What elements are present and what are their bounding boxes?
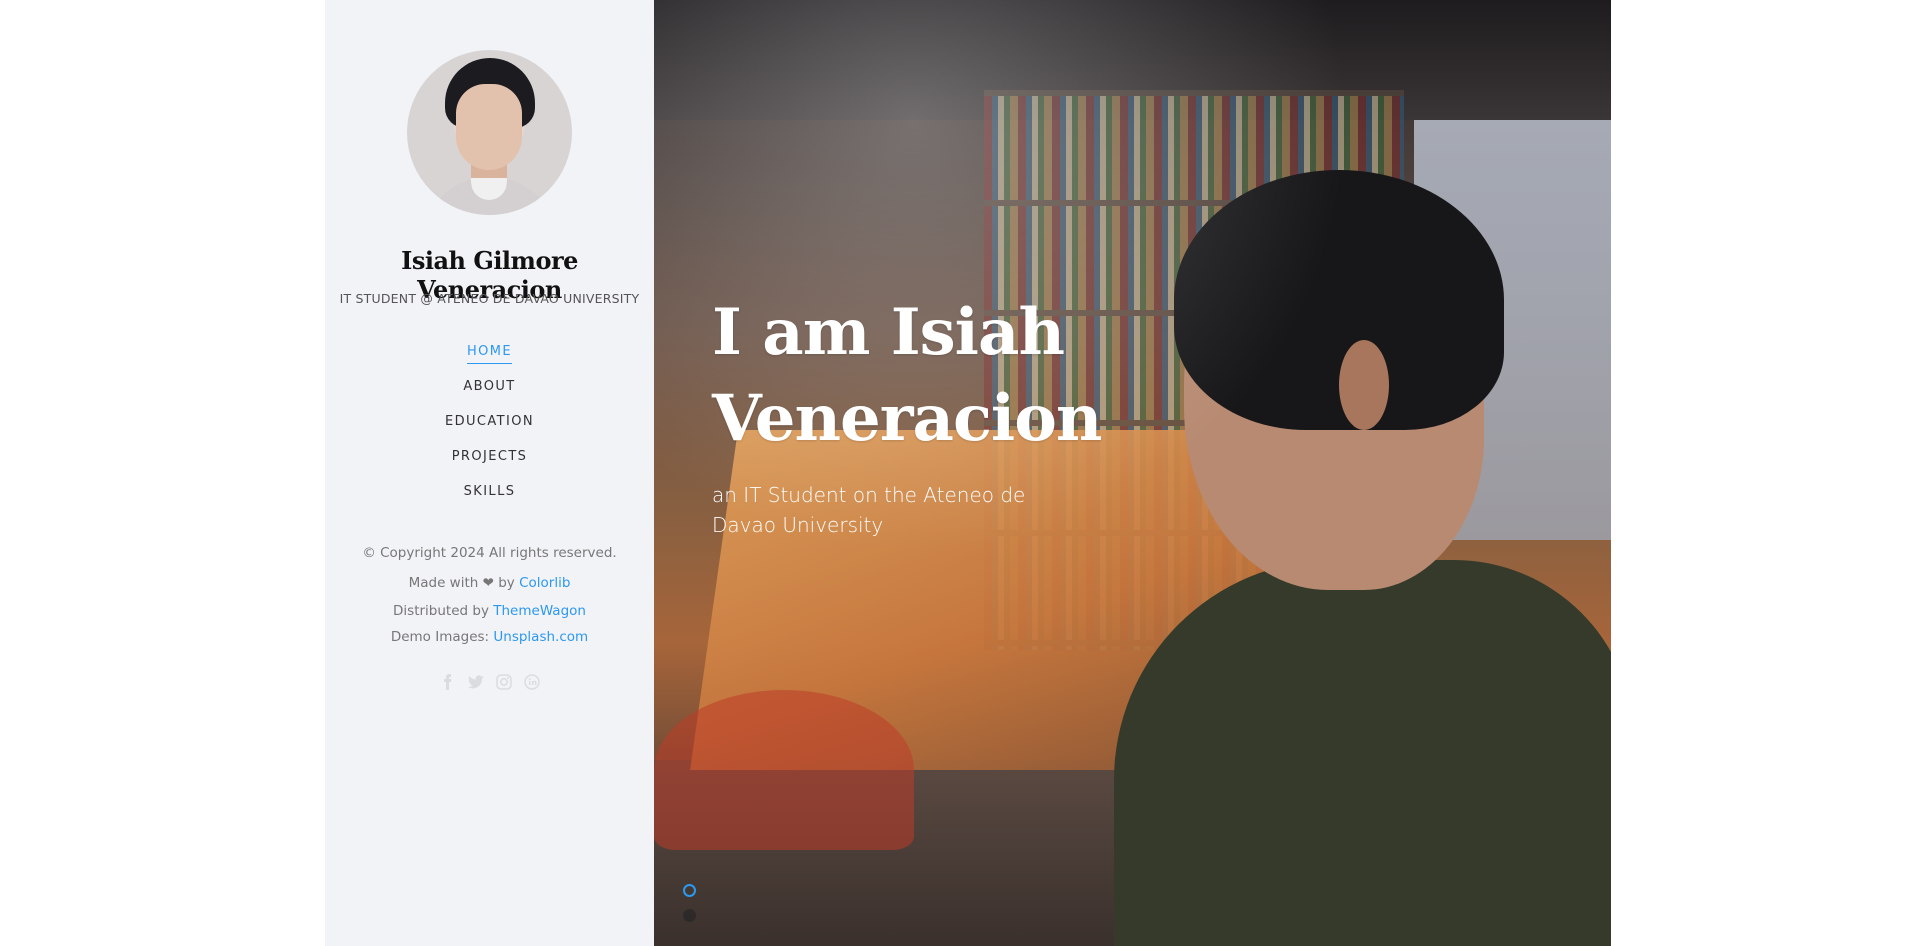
nav-item-home: HOME [325, 340, 654, 375]
footer-credits: © Copyright 2024 All rights reserved. Ma… [345, 538, 634, 650]
instagram-icon[interactable] [495, 674, 512, 690]
nav-link-about[interactable]: ABOUT [463, 377, 515, 398]
nav-item-projects: PROJECTS [325, 445, 654, 480]
nav-item-skills: SKILLS [325, 480, 654, 515]
main-nav: HOME ABOUT EDUCATION PROJECTS SKILLS [325, 340, 654, 515]
facebook-icon[interactable] [440, 674, 456, 690]
hero-title: I am Isiah Veneracion [712, 295, 1102, 456]
hero-text: I am Isiah Veneracion an IT Student on t… [712, 290, 1132, 540]
distributed-text: Distributed by ThemeWagon [345, 598, 634, 624]
avatar [407, 50, 572, 215]
social-links [325, 674, 654, 690]
slider-dot-2[interactable] [683, 909, 696, 922]
slider-dots [683, 884, 696, 934]
hero-slide: I am Isiah Veneracion an IT Student on t… [654, 0, 1611, 946]
distributed-label: Distributed by [393, 603, 494, 619]
demo-images-label: Demo Images: [390, 629, 494, 645]
demo-images-text: Demo Images: Unsplash.com [345, 624, 634, 650]
linkedin-icon[interactable] [523, 674, 540, 690]
slider-dot-1[interactable] [683, 884, 696, 897]
nav-link-skills[interactable]: SKILLS [464, 482, 516, 503]
nav-link-education[interactable]: EDUCATION [445, 412, 534, 433]
nav-item-education: EDUCATION [325, 410, 654, 445]
themewagon-link[interactable]: ThemeWagon [493, 603, 586, 619]
copyright-text: © Copyright 2024 All rights reserved. Ma… [345, 538, 634, 598]
twitter-icon[interactable] [467, 674, 484, 690]
sidebar: Isiah Gilmore Veneracion IT STUDENT @ AT… [325, 0, 654, 946]
page-wrapper: Isiah Gilmore Veneracion IT STUDENT @ AT… [325, 0, 1611, 946]
colorlib-link[interactable]: Colorlib [519, 575, 570, 591]
hero-subtitle: an IT Student on the Ateneo de Davao Uni… [712, 483, 1026, 537]
nav-link-home[interactable]: HOME [466, 342, 513, 364]
copyright-label: © Copyright 2024 All rights reserved. Ma… [362, 545, 617, 591]
profile-tagline: IT STUDENT @ ATENEO DE DAVAO UNIVERSITY [339, 291, 640, 306]
nav-link-projects[interactable]: PROJECTS [452, 447, 528, 468]
nav-item-about: ABOUT [325, 375, 654, 410]
unsplash-link[interactable]: Unsplash.com [493, 629, 588, 645]
